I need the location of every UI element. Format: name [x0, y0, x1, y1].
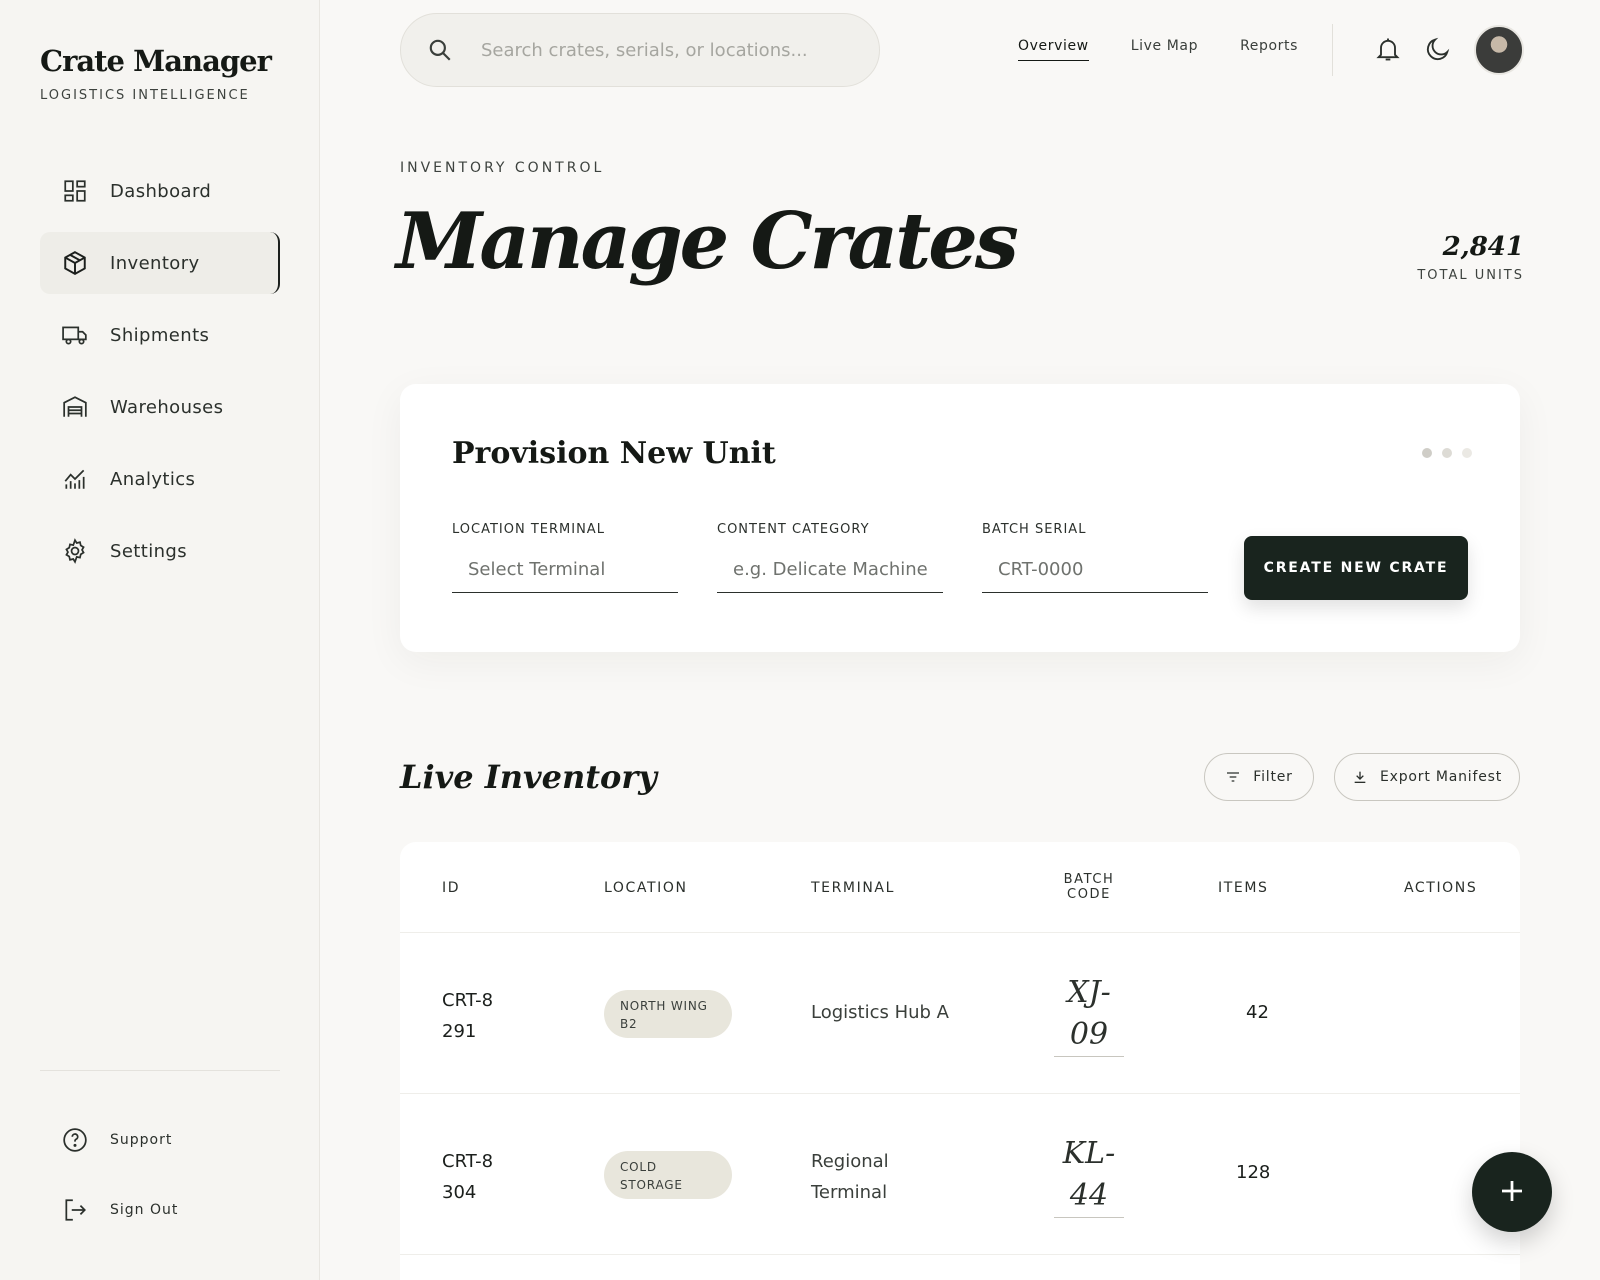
content-category-label: CONTENT CATEGORY — [717, 522, 870, 537]
provision-card: Provision New Unit LOCATION TERMINAL CON… — [400, 384, 1520, 652]
batch-serial-field: BATCH SERIAL — [982, 522, 1208, 593]
sidebar-item-label: Settings — [110, 540, 188, 562]
sidebar-item-label: Shipments — [110, 324, 210, 346]
sidebar: Crate Manager LOGISTICS INTELLIGENCE Das… — [0, 0, 320, 1280]
total-units-value: 2,841 — [1442, 232, 1524, 262]
sidebar-nav: Dashboard Inventory Shipments Warehouses… — [40, 160, 280, 592]
page-eyebrow: INVENTORY CONTROL — [400, 160, 605, 176]
batch-serial-input[interactable] — [982, 553, 1208, 593]
total-units-label: TOTAL UNITS — [1417, 268, 1524, 283]
plus-icon — [1502, 1180, 1522, 1201]
tab-live-map[interactable]: Live Map — [1131, 38, 1198, 61]
truck-icon — [62, 326, 87, 345]
support-link[interactable]: Support — [40, 1112, 280, 1168]
help-icon — [63, 1128, 87, 1152]
download-icon — [1354, 771, 1366, 783]
location-terminal-input[interactable] — [452, 553, 678, 593]
sidebar-item-label: Warehouses — [110, 396, 224, 418]
sign-out-label: Sign Out — [110, 1202, 179, 1218]
page-title: Manage Crates — [396, 196, 1019, 287]
row-divider — [400, 1254, 1520, 1255]
filter-button[interactable]: Filter — [1204, 753, 1314, 801]
sidebar-item-label: Dashboard — [110, 180, 212, 202]
item-count: 42 — [1246, 1002, 1269, 1023]
inventory-table: ID LOCATION TERMINAL BATCH CODE ITEMS AC… — [400, 842, 1520, 1280]
column-header-actions: ACTIONS — [1404, 880, 1478, 896]
logout-icon — [65, 1199, 86, 1221]
search-icon — [429, 39, 451, 61]
sidebar-item-settings[interactable]: Settings — [40, 520, 280, 582]
batch-serial-label: BATCH SERIAL — [982, 522, 1087, 537]
add-crate-fab[interactable] — [1472, 1152, 1552, 1232]
sidebar-item-shipments[interactable]: Shipments — [40, 304, 280, 366]
crate-id: CRT-8291 — [442, 990, 494, 1042]
location-terminal-label: LOCATION TERMINAL — [452, 522, 605, 537]
terminal-name: Logistics Hub A — [811, 1002, 949, 1023]
location-badge: NORTH WING B2 — [604, 990, 732, 1038]
column-header-terminal[interactable]: TERMINAL — [811, 880, 895, 896]
sidebar-footer: Support Sign Out — [40, 1112, 280, 1252]
tab-reports[interactable]: Reports — [1240, 38, 1298, 61]
export-label: Export Manifest — [1379, 769, 1503, 785]
filter-label: Filter — [1253, 769, 1293, 785]
provision-title: Provision New Unit — [452, 436, 776, 471]
bell-icon[interactable] — [1374, 35, 1402, 63]
content-category-field: CONTENT CATEGORY — [717, 522, 943, 593]
row-divider — [400, 1093, 1520, 1094]
warehouse-icon — [63, 396, 87, 417]
moon-icon[interactable] — [1424, 35, 1452, 63]
brand-title: Crate Manager — [40, 44, 272, 78]
column-header-location[interactable]: LOCATION — [604, 880, 688, 896]
location-terminal-field: LOCATION TERMINAL — [452, 522, 678, 593]
batch-code-text: KL-44 — [1054, 1133, 1124, 1218]
search-bar — [400, 13, 880, 87]
batch-code: XJ-09 — [1054, 972, 1124, 1057]
gear-icon — [65, 538, 85, 564]
sidebar-item-label: Analytics — [110, 468, 196, 490]
sidebar-item-dashboard[interactable]: Dashboard — [40, 160, 280, 222]
brand: Crate Manager LOGISTICS INTELLIGENCE — [40, 44, 272, 103]
content-category-input[interactable] — [717, 553, 943, 593]
column-header-id[interactable]: ID — [442, 880, 460, 896]
inventory-title: Live Inventory — [400, 758, 657, 796]
support-label: Support — [110, 1132, 173, 1148]
tab-overview[interactable]: Overview — [1018, 38, 1089, 61]
sidebar-divider — [40, 1070, 280, 1071]
step-dot — [1442, 448, 1452, 458]
column-header-batch-code[interactable]: BATCH CODE — [1054, 872, 1124, 902]
top-divider — [1332, 24, 1333, 76]
row-divider — [400, 932, 1520, 933]
search-input[interactable] — [481, 39, 841, 61]
crate-id: CRT-8304 — [442, 1151, 494, 1203]
terminal-name: Regional Terminal — [811, 1151, 889, 1203]
step-dot — [1422, 448, 1432, 458]
create-crate-button[interactable]: CREATE NEW CRATE — [1244, 536, 1468, 600]
sidebar-item-inventory[interactable]: Inventory — [40, 232, 280, 294]
brand-subtitle: LOGISTICS INTELLIGENCE — [40, 88, 250, 103]
dashboard-icon — [64, 180, 86, 202]
sidebar-item-label: Inventory — [110, 252, 200, 274]
batch-code-text: XJ-09 — [1054, 972, 1124, 1057]
location-badge: COLD STORAGE — [604, 1151, 732, 1199]
sign-out-link[interactable]: Sign Out — [40, 1182, 280, 1238]
box-icon — [64, 251, 86, 275]
top-nav: Overview Live Map Reports — [1018, 38, 1340, 61]
sidebar-item-analytics[interactable]: Analytics — [40, 448, 280, 510]
batch-code: KL-44 — [1054, 1133, 1124, 1218]
sidebar-item-warehouses[interactable]: Warehouses — [40, 376, 280, 438]
avatar[interactable] — [1474, 25, 1524, 75]
column-header-items[interactable]: ITEMS — [1218, 880, 1269, 896]
filter-icon — [1227, 772, 1240, 782]
analytics-icon — [64, 469, 85, 489]
item-count: 128 — [1236, 1162, 1271, 1183]
step-dot — [1462, 448, 1472, 458]
export-manifest-button[interactable]: Export Manifest — [1334, 753, 1520, 801]
step-indicator — [1412, 448, 1472, 458]
